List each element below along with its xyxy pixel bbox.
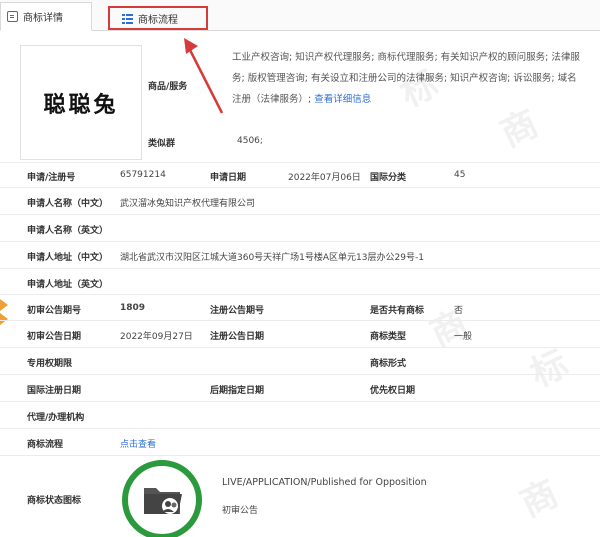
- divider: [0, 241, 600, 242]
- prelim-no-value: 1809: [120, 303, 146, 313]
- exclusive-label: 专用权期限: [27, 359, 73, 369]
- divider: [0, 187, 600, 188]
- watermark: 标: [524, 342, 575, 396]
- intl-class-value: 45: [454, 170, 466, 180]
- watermark: 商: [514, 472, 565, 526]
- tm-form-label: 商标形式: [370, 359, 407, 369]
- prelim-date-value: 2022年09月27日: [120, 332, 193, 342]
- applicant-cn-label: 申请人名称（中文）: [27, 199, 109, 209]
- app-date-label: 申请日期: [210, 173, 247, 183]
- tm-type-label: 商标类型: [370, 332, 407, 342]
- shared-value: 否: [454, 306, 464, 316]
- intl-class-label: 国际分类: [370, 173, 407, 183]
- tab-trademark-process[interactable]: 商标流程: [108, 6, 208, 30]
- divider: [0, 428, 600, 429]
- applicant-cn-value: 武汉溜冰兔知识产权代理有限公司: [120, 199, 256, 209]
- goods-text: 工业产权咨询; 知识产权代理服务; 商标代理服务; 有关知识产权的顾问服务; 法…: [232, 47, 582, 110]
- applicant-en-label: 申请人名称（英文）: [27, 226, 109, 236]
- app-date-value: 2022年07月06日: [288, 173, 361, 183]
- divider: [0, 268, 600, 269]
- priority-date-label: 优先权日期: [370, 386, 416, 396]
- address-en-label: 申请人地址（英文）: [27, 280, 109, 290]
- similar-group-value: 4506;: [237, 136, 263, 146]
- list-icon: [122, 13, 133, 24]
- status-badge: [122, 460, 202, 537]
- shared-label: 是否共有商标: [370, 306, 425, 316]
- trademark-image: 聪聪兔: [20, 45, 142, 160]
- agent-label: 代理/办理机构: [27, 413, 85, 423]
- view-details-link[interactable]: 查看详细信息: [314, 94, 371, 105]
- divider: [0, 347, 600, 348]
- divider: [0, 401, 600, 402]
- address-cn-label: 申请人地址（中文）: [27, 253, 109, 263]
- tab-label: 商标流程: [138, 14, 178, 26]
- tab-label: 商标详情: [23, 13, 63, 24]
- prelim-no-label: 初审公告期号: [27, 306, 82, 316]
- divider: [0, 214, 600, 215]
- reg-pub-date-label: 注册公告日期: [210, 332, 265, 342]
- divider: [0, 294, 600, 295]
- status-chinese: 初审公告: [222, 506, 259, 516]
- tab-bar: 商标详情 商标流程: [0, 0, 600, 31]
- trademark-image-text: 聪聪兔: [43, 91, 119, 118]
- reg-no-label: 申请/注册号: [27, 173, 76, 183]
- intl-reg-date-label: 国际注册日期: [27, 386, 82, 396]
- divider: [0, 455, 600, 456]
- prelim-date-label: 初审公告日期: [27, 332, 82, 342]
- reg-no-value: 65791214: [120, 170, 166, 180]
- side-chevron-icon: [0, 299, 8, 325]
- tab-trademark-detail[interactable]: 商标详情: [0, 2, 92, 31]
- goods-label: 商品/服务: [148, 82, 188, 92]
- goods-list: 工业产权咨询; 知识产权代理服务; 商标代理服务; 有关知识产权的顾问服务; 法…: [232, 52, 580, 105]
- process-label: 商标流程: [27, 440, 64, 450]
- similar-group-label: 类似群: [148, 139, 176, 149]
- reg-pub-no-label: 注册公告期号: [210, 306, 265, 316]
- status-icon-label: 商标状态图标: [27, 496, 82, 506]
- tm-type-value: 一般: [454, 332, 473, 342]
- address-cn-value: 湖北省武汉市汉阳区江城大道360号天祥广场1号楼A区单元13层办公29号-1: [120, 253, 424, 263]
- process-link[interactable]: 点击查看: [120, 437, 156, 450]
- folder-user-icon: [144, 488, 182, 514]
- divider: [0, 320, 600, 321]
- divider: [0, 374, 600, 375]
- later-date-label: 后期指定日期: [210, 386, 265, 396]
- status-english: LIVE/APPLICATION/Published for Oppositio…: [222, 477, 427, 488]
- red-arrow-annotation: [184, 38, 224, 114]
- divider: [0, 162, 600, 163]
- document-icon: [7, 11, 18, 22]
